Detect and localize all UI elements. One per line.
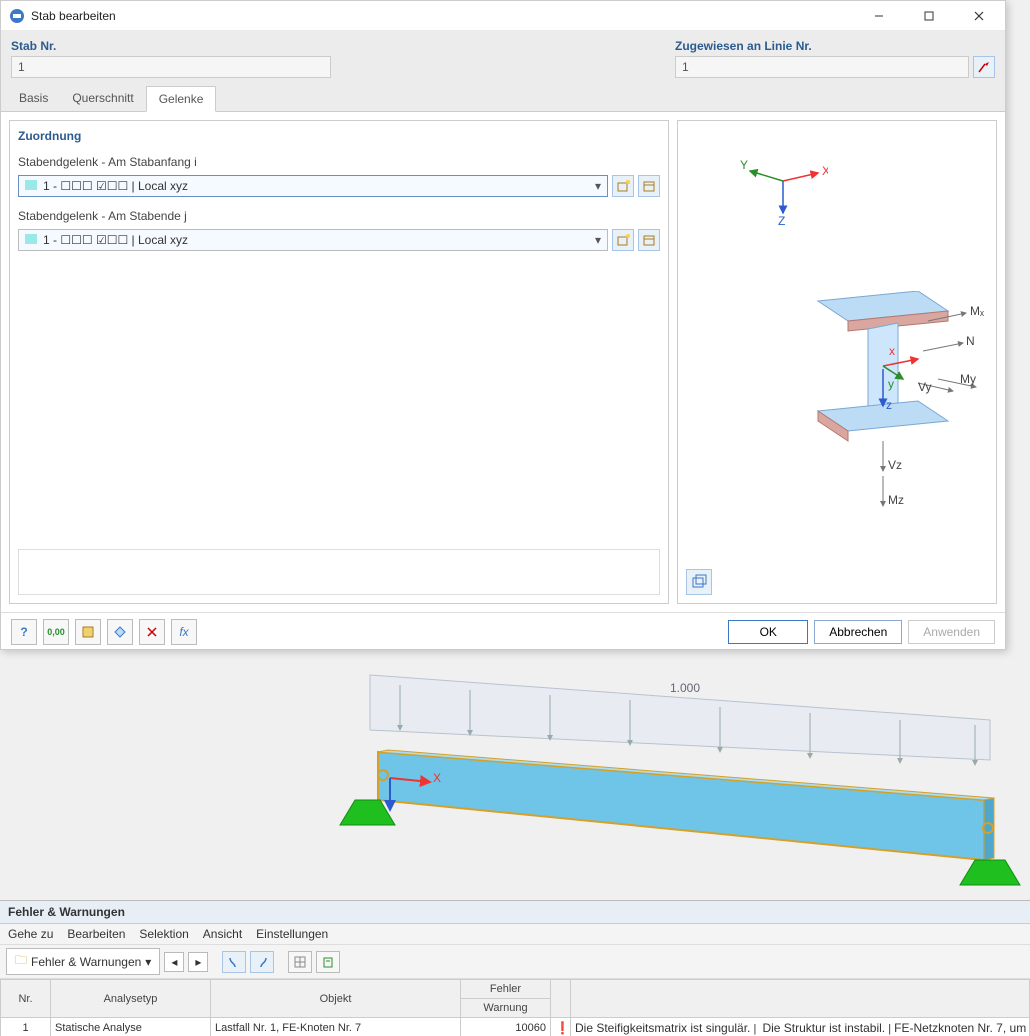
filter-button-1[interactable] xyxy=(222,951,246,973)
svg-text:Z: Z xyxy=(778,214,785,228)
menu-edit[interactable]: Bearbeiten xyxy=(67,927,125,941)
member-number-group: Stab Nr. xyxy=(11,39,331,78)
load-value-label: 1.000 xyxy=(670,681,700,695)
cell-msg: Die Steifigkeitsmatrix ist singulär. | D… xyxy=(571,1018,1030,1036)
table-row[interactable]: 1 Statische Analyse Lastfall Nr. 1, FE-K… xyxy=(1,1018,1030,1036)
assignment-panel: Zuordnung Stabendgelenk - Am Stabanfang … xyxy=(9,120,669,604)
ok-button[interactable]: OK xyxy=(728,620,808,644)
col-nr: Nr. xyxy=(1,980,51,1018)
units-button[interactable]: 0,00 xyxy=(43,619,69,645)
hinge-i-edit-button[interactable] xyxy=(638,175,660,197)
menu-goto[interactable]: Gehe zu xyxy=(8,927,53,941)
menu-select[interactable]: Selektion xyxy=(139,927,188,941)
hinge-j-value: 1 - ☐☐☐ ☑☐☐ | Local xyz xyxy=(43,233,188,247)
svg-text:Vz: Vz xyxy=(888,458,902,472)
app-icon xyxy=(9,8,25,24)
svg-text:z: z xyxy=(886,398,892,412)
global-axis-icon: X Y Z xyxy=(738,151,828,231)
cell-code: 10060 xyxy=(461,1018,551,1036)
hinge-j-edit-button[interactable] xyxy=(638,229,660,251)
titlebar: Stab bearbeiten xyxy=(1,1,1005,31)
chevron-down-icon: ▾ xyxy=(145,955,151,969)
grid-button[interactable] xyxy=(288,951,312,973)
tab-querschnitt[interactable]: Querschnitt xyxy=(60,86,145,111)
svg-text:X: X xyxy=(433,771,441,785)
svg-text:Vy: Vy xyxy=(918,380,932,394)
svg-text:My: My xyxy=(960,372,976,386)
preview-panel: X Y Z x y z xyxy=(677,120,997,604)
hinge-i-combo[interactable]: 1 - ☐☐☐ ☑☐☐ | Local xyz ▾ xyxy=(18,175,608,197)
tool-button-4[interactable] xyxy=(107,619,133,645)
model-viewport[interactable]: 1.000 X Z xyxy=(0,660,1030,900)
hinge-j-label: Stabendgelenk - Am Stabende j xyxy=(18,209,660,223)
error-icon: ❗ xyxy=(555,1021,570,1035)
maximize-button[interactable] xyxy=(907,2,951,30)
errors-panel: Fehler & Warnungen Gehe zu Bearbeiten Se… xyxy=(0,900,1030,1036)
svg-text:Y: Y xyxy=(740,158,748,172)
errors-panel-title: Fehler & Warnungen xyxy=(0,901,1030,924)
tab-basis[interactable]: Basis xyxy=(7,86,60,111)
tabs: Basis Querschnitt Gelenke xyxy=(1,86,1005,112)
col-warnung: Warnung xyxy=(461,999,551,1018)
preview-toggle-button[interactable] xyxy=(686,569,712,595)
help-button[interactable]: ? xyxy=(11,619,37,645)
col-objekt: Objekt xyxy=(211,980,461,1018)
window-title: Stab bearbeiten xyxy=(31,9,851,23)
svg-text:N: N xyxy=(966,334,975,348)
filter-button-2[interactable] xyxy=(250,951,274,973)
chevron-down-icon: ▾ xyxy=(595,233,601,247)
menu-settings[interactable]: Einstellungen xyxy=(256,927,328,941)
nav-next-button[interactable]: ▸ xyxy=(188,952,208,972)
top-fields: Stab Nr. Zugewiesen an Linie Nr. xyxy=(1,31,1005,86)
hinge-i-label: Stabendgelenk - Am Stabanfang i xyxy=(18,155,660,169)
member-number-label: Stab Nr. xyxy=(11,39,331,53)
assigned-line-input[interactable] xyxy=(675,56,969,78)
hinge-i-new-button[interactable] xyxy=(612,175,634,197)
script-button[interactable]: fx xyxy=(171,619,197,645)
svg-text:x: x xyxy=(889,344,895,358)
svg-text:y: y xyxy=(888,377,894,391)
assigned-line-group: Zugewiesen an Linie Nr. xyxy=(675,39,995,78)
edit-member-dialog: Stab bearbeiten Stab Nr. Zugewiesen an L… xyxy=(0,0,1006,650)
hinge-j-new-button[interactable] xyxy=(612,229,634,251)
section-iso-icon: x y z Mₓ N Vy My Vz Mz xyxy=(788,291,988,541)
menu-view[interactable]: Ansicht xyxy=(203,927,242,941)
notes-area xyxy=(18,549,660,595)
chevron-down-icon: ▾ xyxy=(595,179,601,193)
dialog-footer: ? 0,00 fx OK Abbrechen Anwenden xyxy=(1,612,1005,651)
hinge-i-value: 1 - ☐☐☐ ☑☐☐ | Local xyz xyxy=(43,179,188,193)
hinge-j-swatch-icon xyxy=(25,234,37,244)
nav-prev-button[interactable]: ◂ xyxy=(164,952,184,972)
member-number-input[interactable] xyxy=(11,56,331,78)
folder-icon: 🗀 xyxy=(15,951,27,972)
apply-button: Anwenden xyxy=(908,620,995,644)
tool-button-3[interactable] xyxy=(75,619,101,645)
close-button[interactable] xyxy=(957,2,1001,30)
assignment-title: Zuordnung xyxy=(18,129,660,143)
errors-breadcrumb-text: Fehler & Warnungen xyxy=(31,955,141,969)
errors-toolbar: 🗀 Fehler & Warnungen ▾ ◂ ▸ xyxy=(0,945,1030,979)
errors-menubar: Gehe zu Bearbeiten Selektion Ansicht Ein… xyxy=(0,924,1030,945)
cell-nr: 1 xyxy=(1,1018,51,1036)
tool-button-5[interactable] xyxy=(139,619,165,645)
svg-text:Mz: Mz xyxy=(888,493,904,507)
assigned-line-label: Zugewiesen an Linie Nr. xyxy=(675,39,995,53)
main-content: Zuordnung Stabendgelenk - Am Stabanfang … xyxy=(1,112,1005,612)
export-button[interactable] xyxy=(316,951,340,973)
hinge-i-swatch-icon xyxy=(25,180,37,190)
minimize-button[interactable] xyxy=(857,2,901,30)
pick-line-button[interactable] xyxy=(973,56,995,78)
col-analysetyp: Analysetyp xyxy=(51,980,211,1018)
cancel-button[interactable]: Abbrechen xyxy=(814,620,902,644)
cell-objekt: Lastfall Nr. 1, FE-Knoten Nr. 7 xyxy=(211,1018,461,1036)
hinge-j-combo[interactable]: 1 - ☐☐☐ ☑☐☐ | Local xyz ▾ xyxy=(18,229,608,251)
cell-analysetyp: Statische Analyse xyxy=(51,1018,211,1036)
errors-table[interactable]: Nr. Analysetyp Objekt Fehler Warnung 1 S… xyxy=(0,979,1030,1036)
col-fehler: Fehler xyxy=(461,980,551,999)
tab-gelenke[interactable]: Gelenke xyxy=(146,86,217,112)
svg-text:Mₓ: Mₓ xyxy=(970,304,984,318)
svg-text:X: X xyxy=(822,164,828,178)
errors-breadcrumb[interactable]: 🗀 Fehler & Warnungen ▾ xyxy=(6,948,160,975)
